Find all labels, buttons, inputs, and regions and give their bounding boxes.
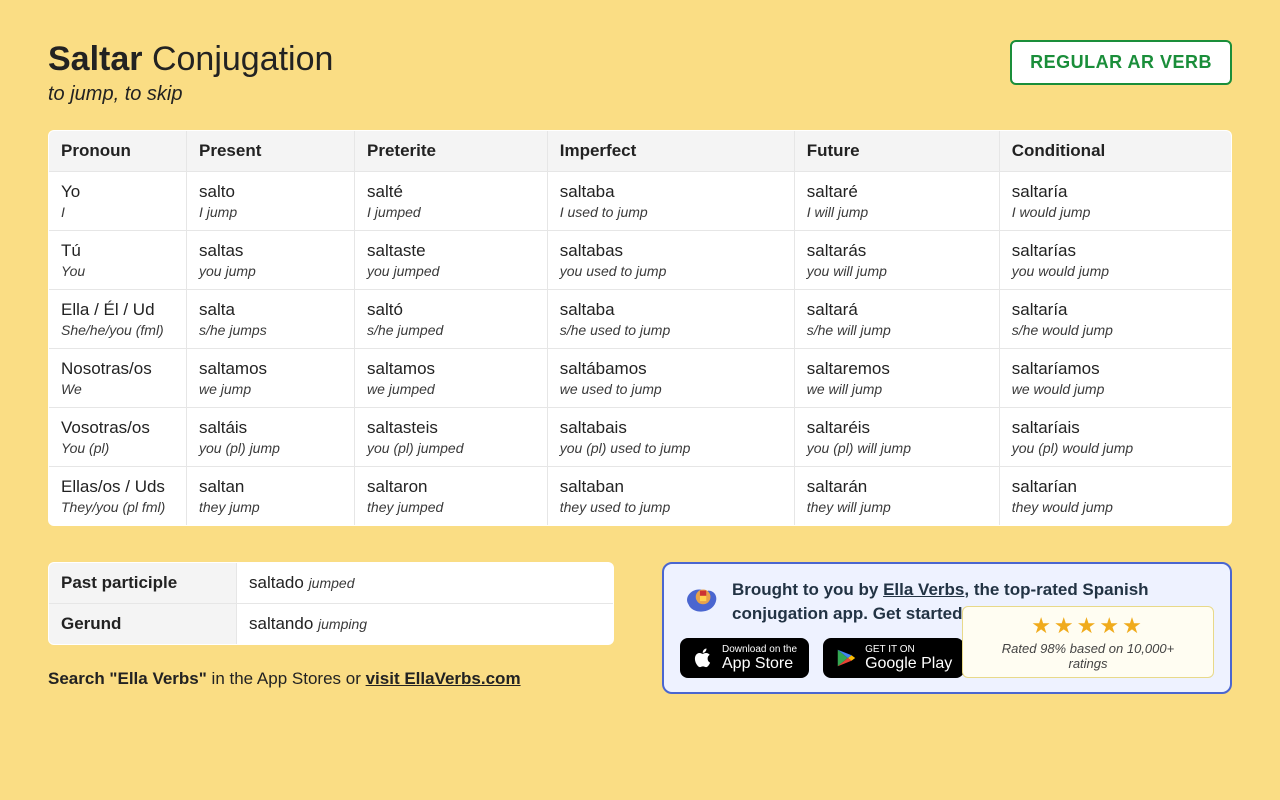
promo-box: Brought to you by Ella Verbs, the top-ra… xyxy=(662,562,1232,694)
pronoun-cell: Nosotras/osWe xyxy=(49,349,187,408)
title-suffix: Conjugation xyxy=(152,40,333,78)
table-row: Ellas/os / UdsThey/you (pl fml)saltanthe… xyxy=(49,467,1232,526)
conjugation-cell: saltaríanthey would jump xyxy=(999,467,1231,526)
verb-forms-table: Past participle saltado jumped Gerund sa… xyxy=(48,562,614,645)
conjugation-cell: saltarás/he will jump xyxy=(794,290,999,349)
pronoun-cell: Vosotras/osYou (pl) xyxy=(49,408,187,467)
gerund-value: saltando jumping xyxy=(237,604,614,645)
page-title: Saltar Conjugation xyxy=(48,40,333,79)
conjugation-cell: saltaremoswe will jump xyxy=(794,349,999,408)
table-row: Vosotras/osYou (pl)saltáisyou (pl) jumps… xyxy=(49,408,1232,467)
conjugation-cell: saltaronthey jumped xyxy=(355,467,548,526)
google-play-button[interactable]: GET IT ONGoogle Play xyxy=(823,638,964,679)
column-header: Future xyxy=(794,131,999,172)
conjugation-cell: saltabaisyou (pl) used to jump xyxy=(547,408,794,467)
pronoun-cell: Ellas/os / UdsThey/you (pl fml) xyxy=(49,467,187,526)
conjugation-cell: saltaríaI would jump xyxy=(999,172,1231,231)
search-hint: Search "Ella Verbs" in the App Stores or… xyxy=(48,669,614,689)
gerund-label: Gerund xyxy=(49,604,237,645)
conjugation-cell: saltoI jump xyxy=(187,172,355,231)
conjugation-cell: saltasteyou jumped xyxy=(355,231,548,290)
pronoun-cell: TúYou xyxy=(49,231,187,290)
conjugation-cell: saltasteisyou (pl) jumped xyxy=(355,408,548,467)
conjugation-cell: saltaríamoswe would jump xyxy=(999,349,1231,408)
table-row: Nosotras/osWesaltamoswe jumpsaltamoswe j… xyxy=(49,349,1232,408)
conjugation-cell: saltéI jumped xyxy=(355,172,548,231)
table-row: TúYousaltasyou jumpsaltasteyou jumpedsal… xyxy=(49,231,1232,290)
ellaverbs-link[interactable]: visit EllaVerbs.com xyxy=(366,669,521,688)
conjugation-cell: saltasyou jump xyxy=(187,231,355,290)
conjugation-cell: saltarásyou will jump xyxy=(794,231,999,290)
conjugation-cell: saltaránthey will jump xyxy=(794,467,999,526)
verb-type-badge: REGULAR AR VERB xyxy=(1010,40,1232,85)
star-icons: ★★★★★ xyxy=(981,613,1195,639)
rating-text: Rated 98% based on 10,000+ ratings xyxy=(981,641,1195,671)
conjugation-table: PronounPresentPreteriteImperfectFutureCo… xyxy=(48,130,1232,526)
conjugation-cell: saltaréI will jump xyxy=(794,172,999,231)
column-header: Pronoun xyxy=(49,131,187,172)
conjugation-cell: saltabasyou used to jump xyxy=(547,231,794,290)
verb-translation: to jump, to skip xyxy=(48,83,333,106)
conjugation-cell: saltábamoswe used to jump xyxy=(547,349,794,408)
conjugation-cell: saltas/he jumps xyxy=(187,290,355,349)
column-header: Present xyxy=(187,131,355,172)
pronoun-cell: YoI xyxy=(49,172,187,231)
apple-icon xyxy=(692,647,714,669)
table-row: Ella / Él / UdShe/he/you (fml)saltas/he … xyxy=(49,290,1232,349)
verb-name: Saltar xyxy=(48,40,143,78)
past-participle-label: Past participle xyxy=(49,563,237,604)
promo-app-icon xyxy=(680,578,722,620)
conjugation-cell: saltamoswe jumped xyxy=(355,349,548,408)
google-play-icon xyxy=(835,647,857,669)
column-header: Conditional xyxy=(999,131,1231,172)
conjugation-cell: saltabas/he used to jump xyxy=(547,290,794,349)
column-header: Preterite xyxy=(355,131,548,172)
conjugation-cell: saltáisyou (pl) jump xyxy=(187,408,355,467)
conjugation-cell: saltabaI used to jump xyxy=(547,172,794,231)
conjugation-cell: saltamoswe jump xyxy=(187,349,355,408)
past-participle-value: saltado jumped xyxy=(237,563,614,604)
conjugation-cell: saltaríaisyou (pl) would jump xyxy=(999,408,1231,467)
promo-ellaverbs-link[interactable]: Ella Verbs xyxy=(883,580,964,599)
app-store-button[interactable]: Download on theApp Store xyxy=(680,638,809,679)
conjugation-cell: saltanthey jump xyxy=(187,467,355,526)
rating-box: ★★★★★ Rated 98% based on 10,000+ ratings xyxy=(962,606,1214,678)
conjugation-cell: saltarías/he would jump xyxy=(999,290,1231,349)
conjugation-cell: saltabanthey used to jump xyxy=(547,467,794,526)
pronoun-cell: Ella / Él / UdShe/he/you (fml) xyxy=(49,290,187,349)
conjugation-cell: saltaréisyou (pl) will jump xyxy=(794,408,999,467)
table-row: YoIsaltoI jumpsaltéI jumpedsaltabaI used… xyxy=(49,172,1232,231)
column-header: Imperfect xyxy=(547,131,794,172)
conjugation-cell: saltós/he jumped xyxy=(355,290,548,349)
conjugation-cell: saltaríasyou would jump xyxy=(999,231,1231,290)
